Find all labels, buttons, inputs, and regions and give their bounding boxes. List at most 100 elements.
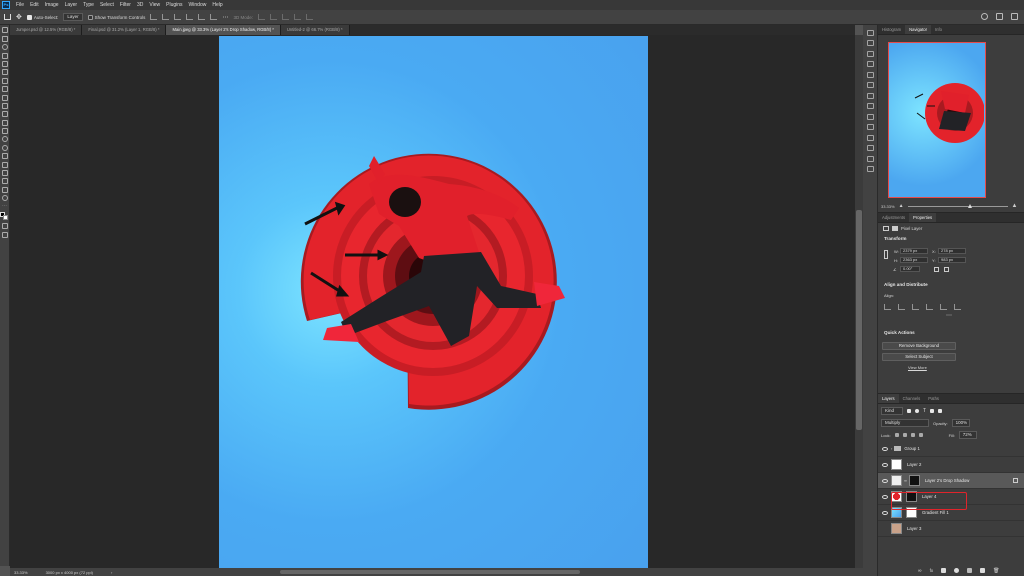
canvas-vertical-scrollbar[interactable] [855, 35, 863, 568]
tab-jumper[interactable]: Jumper.psd @ 12.5% (RGB/8) * [10, 25, 83, 35]
menu-help[interactable]: Help [209, 0, 225, 10]
tab-info[interactable]: Info [931, 25, 946, 34]
layer-row-group[interactable]: › Group 1 [878, 441, 1024, 457]
menu-image[interactable]: Image [42, 0, 62, 10]
tab-untitled[interactable]: Untitled-2 @ 66.7% (RGB/8) * [280, 25, 350, 35]
character-icon[interactable] [866, 145, 874, 151]
flip-horizontal-icon[interactable] [934, 267, 939, 272]
select-subject-button[interactable]: Select Subject [882, 353, 956, 361]
brush-settings-icon[interactable] [866, 50, 874, 57]
fill-field[interactable]: 72% [958, 431, 977, 439]
filter-kind-select[interactable]: Kind [881, 407, 903, 415]
view-more-link[interactable]: View More [908, 365, 927, 370]
layer-row-layer3[interactable]: Layer 3 [878, 521, 1024, 537]
eraser-tool-icon[interactable] [1, 119, 8, 126]
tab-main[interactable]: Main.jpeg @ 33.3% (Layer 2's Drop Shadow… [166, 25, 281, 35]
type-tool-icon[interactable] [1, 161, 8, 168]
brushes-icon[interactable] [866, 61, 874, 67]
new-group-icon[interactable] [967, 568, 973, 573]
align-left-icon[interactable] [186, 14, 194, 20]
opacity-field[interactable]: 100% [951, 419, 970, 427]
fx-icon[interactable]: fx [930, 568, 934, 574]
filter-adjustment-icon[interactable] [915, 409, 919, 413]
filter-pixel-icon[interactable] [907, 409, 911, 413]
actions-play-icon[interactable] [866, 40, 874, 46]
zoom-slider-handle[interactable] [967, 203, 972, 208]
libraries-icon[interactable] [866, 124, 874, 130]
tab-navigator[interactable]: Navigator [905, 25, 932, 34]
blur-tool-icon[interactable] [1, 136, 8, 143]
document-canvas[interactable] [219, 36, 648, 568]
3d-slide-icon[interactable] [293, 14, 301, 20]
menu-select[interactable]: Select [97, 0, 117, 10]
visibility-eye-icon[interactable] [882, 510, 888, 515]
3d-icon[interactable] [866, 113, 874, 120]
filter-smart-icon[interactable] [938, 409, 943, 413]
trash-icon[interactable]: 🗑 [993, 568, 999, 574]
canvas-horizontal-scrollbar[interactable] [280, 570, 581, 574]
tab-properties[interactable]: Properties [909, 213, 937, 222]
move-tool-icon[interactable]: ✥ [16, 14, 22, 21]
workspace-icon[interactable] [996, 13, 1003, 20]
background-color-icon[interactable] [3, 214, 8, 220]
menu-file[interactable]: File [13, 0, 27, 10]
tab-channels[interactable]: Channels [899, 394, 925, 403]
home-icon[interactable] [4, 14, 11, 20]
tab-final[interactable]: Final.psd @ 31.2% (Layer 1, RGB/8) * [82, 25, 167, 35]
visibility-eye-icon[interactable] [882, 446, 888, 451]
shape-tool-icon[interactable] [1, 178, 8, 185]
lock-all-icon[interactable] [918, 433, 923, 437]
y-field[interactable]: 983 px [938, 257, 966, 263]
adjustment-layer-icon[interactable] [954, 568, 960, 573]
menu-3d[interactable]: 3D [134, 0, 146, 10]
styles-icon[interactable] [866, 103, 874, 109]
clone-stamp-icon[interactable] [1, 102, 8, 109]
visibility-eye-icon[interactable] [882, 494, 888, 499]
more-tools-icon[interactable]: ⋯ [2, 203, 8, 210]
filter-shape-icon[interactable] [930, 409, 935, 413]
filter-type-icon[interactable]: T [923, 408, 926, 414]
pen-tool-icon[interactable] [1, 153, 8, 160]
more-options-icon[interactable]: ⋯ [222, 14, 228, 21]
visibility-eye-icon[interactable] [882, 478, 888, 483]
align-bottom-edges-icon[interactable] [954, 304, 961, 310]
screen-mode-icon[interactable] [1, 231, 8, 238]
blend-mode-select[interactable]: Multiply [881, 419, 929, 427]
color-swatches-icon[interactable] [0, 211, 9, 221]
search-icon[interactable] [981, 13, 988, 20]
quick-mask-icon[interactable] [1, 223, 8, 230]
x-field[interactable]: 278 px [938, 248, 966, 254]
width-field[interactable]: 2379 px [900, 248, 928, 254]
align-bottom-icon[interactable] [174, 14, 182, 20]
path-select-icon[interactable] [1, 170, 8, 177]
layer-mask-thumbnail[interactable] [908, 475, 920, 486]
link-icon[interactable] [884, 250, 888, 259]
dodge-tool-icon[interactable] [1, 144, 8, 151]
menu-view[interactable]: View [146, 0, 163, 10]
menu-filter[interactable]: Filter [117, 0, 134, 10]
link-layers-icon[interactable]: ∞ [918, 568, 922, 574]
marquee-tool-icon[interactable] [1, 35, 8, 42]
zoom-tool-icon[interactable] [1, 195, 8, 202]
zoom-slider[interactable] [907, 203, 1008, 208]
lock-image-icon[interactable] [902, 433, 907, 437]
chain-link-icon[interactable]: ∞ [904, 478, 907, 483]
lock-position-icon[interactable] [910, 433, 915, 437]
tab-adjustments[interactable]: Adjustments [878, 213, 909, 222]
align-right-edges-icon[interactable] [912, 304, 919, 310]
height-field[interactable]: 2363 px [900, 257, 928, 263]
align-hcenters-icon[interactable] [898, 304, 905, 310]
info-icon[interactable] [866, 82, 874, 88]
status-zoom[interactable]: 33.33% [14, 570, 28, 575]
align-hcenter-icon[interactable] [198, 14, 206, 20]
layer-effects-icon[interactable] [1013, 478, 1018, 483]
photoshop-logo-icon[interactable]: Ps [2, 1, 10, 9]
layer-row-layer2[interactable]: Layer 2 [878, 457, 1024, 473]
zoom-out-icon[interactable]: ▲ [899, 203, 904, 209]
new-layer-icon[interactable] [980, 568, 986, 573]
align-top-icon[interactable] [150, 14, 158, 20]
menu-layer[interactable]: Layer [62, 0, 81, 10]
crop-tool-icon[interactable] [1, 60, 8, 67]
clone-source-icon[interactable] [866, 71, 874, 78]
align-left-edges-icon[interactable] [884, 304, 891, 310]
